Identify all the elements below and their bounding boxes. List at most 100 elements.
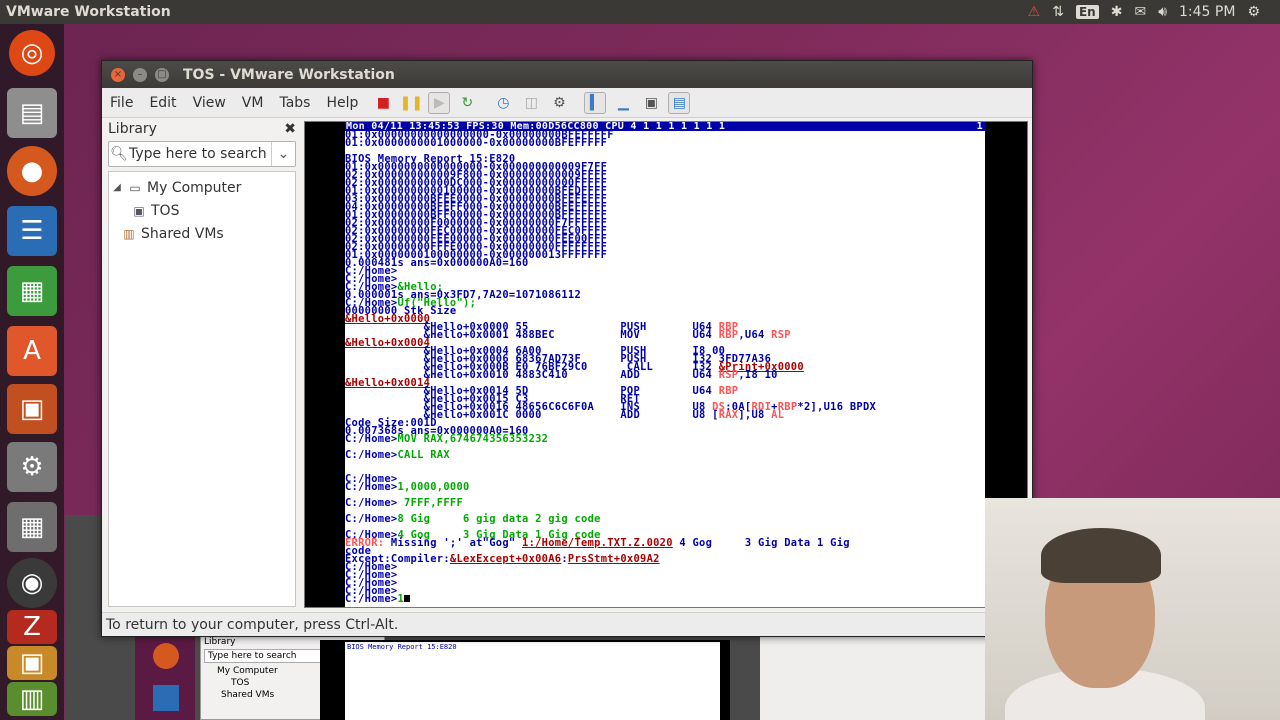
power-on-icon[interactable]: ▶	[428, 91, 451, 114]
unity-icon[interactable]: ▤	[668, 91, 691, 114]
vm-screen[interactable]: Mon 04/11 13:45:53 FPS:30 Mem:00D56CC800…	[345, 122, 985, 607]
menu-help[interactable]: Help	[318, 95, 366, 111]
menubar: File Edit View VM Tabs Help ■ ❚❚ ▶ ↻ ◷ ◫…	[102, 88, 1032, 118]
library-title: Library	[108, 121, 157, 137]
tree-item-tos[interactable]: ▣ TOS	[109, 199, 295, 222]
clock[interactable]: 1:45 PM	[1179, 4, 1235, 20]
terminal-segment: Missing ';' at"Gog"	[384, 537, 523, 549]
terminal-line: ERROR: Missing ';' at"Gog" 1:/Home/Temp.…	[345, 537, 985, 549]
impress-icon[interactable]: ▣	[7, 384, 57, 434]
calc-icon[interactable]: ▦	[7, 266, 57, 316]
power-gear-icon[interactable]: ⚙	[1247, 4, 1260, 20]
terminal-segment: 01:0x0000000001000000-0x00000000BFEFFFFF	[345, 137, 608, 149]
filezilla-icon[interactable]: Z	[7, 610, 57, 644]
terminal-segment: 8 Gig 6 gig data 2 gig code	[397, 513, 601, 525]
terminal-segment[interactable]: &LexExcept+0x00A6	[450, 553, 561, 565]
terminal-line: C:/Home>MOV RAX,674674356353232	[345, 433, 985, 445]
files-icon[interactable]: ▤	[7, 88, 57, 138]
vm-status-bar: Mon 04/11 13:45:53 FPS:30 Mem:00D56CC800…	[345, 122, 985, 132]
terminal-line: C:/Home>CALL RAX	[345, 449, 985, 461]
warning-icon[interactable]: ⚠	[1028, 4, 1041, 20]
expander-icon[interactable]: ◢	[111, 182, 123, 193]
nested-vm-text: BIOS Memory Report 15:E820	[345, 642, 720, 720]
terminal-segment: C:/Home>	[345, 497, 398, 509]
terminal-segment: *2],U16 BPDX	[797, 401, 877, 413]
terminal-segment: MOV RAX,674674356353232	[397, 433, 549, 445]
snapshot-icon[interactable]: ◷	[492, 92, 514, 114]
terminal-segment: 4 Gog 3 Gig Data 1 Gig	[672, 537, 850, 549]
terminal-segment: RBP	[718, 385, 739, 397]
thumbnail-bar-icon[interactable]: ▁	[612, 92, 634, 114]
library-header: Library ✖	[108, 119, 296, 139]
terminal-segment: 1,0000,0000	[397, 481, 470, 493]
tree-item-my-computer[interactable]: ◢ ▭ My Computer	[109, 176, 295, 199]
vm-status-text: Mon 04/11 13:45:53 FPS:30 Mem:00D56CC800…	[346, 122, 726, 132]
library-search[interactable]: 🔍︎ Type here to search ⌄	[108, 141, 296, 167]
terminal-segment: RBP	[718, 329, 739, 341]
full-screen-icon[interactable]: ▣	[640, 92, 662, 114]
revert-snapshot-icon[interactable]: ◫	[520, 92, 542, 114]
tree-item-shared-vms[interactable]: ▥ Shared VMs	[109, 222, 295, 245]
menu-tabs[interactable]: Tabs	[271, 95, 318, 111]
terminal-segment[interactable]: 1:/Home/Temp.TXT.Z.0020	[522, 537, 673, 549]
terminal-line: C:/Home>	[345, 586, 985, 596]
vm-terminal-output: 01:0x00000000000000000-0x00000000BFEFFFF…	[345, 130, 985, 605]
snapshot-manager-icon[interactable]: ⚙	[548, 92, 570, 114]
search-icon: 🔍︎	[110, 146, 128, 162]
terminal-line: Except:Compiler:&LexExcept+0x00A6:PrsStm…	[345, 553, 985, 565]
terminal-line: &Hello+0x0001 488BEC MOV U64 RBP,U64 RSP	[345, 329, 985, 341]
network-icon[interactable]: ⇅	[1052, 4, 1064, 20]
terminal-segment: C:/Home>	[345, 481, 398, 493]
settings-icon[interactable]: ⚙	[7, 442, 57, 492]
menu-edit[interactable]: Edit	[141, 95, 184, 111]
menu-vm[interactable]: VM	[234, 95, 272, 111]
terminal-cursor	[404, 595, 411, 602]
terminal-line: &Hello+0x001C 0000 ADD U8 [RAX],U8 AL	[345, 410, 985, 420]
terminal-line: &Hello+0x0010 4883C410 ADD U64 RSP,I8 10	[345, 369, 985, 381]
vm-display-area[interactable]: Mon 04/11 13:45:53 FPS:30 Mem:00D56CC800…	[304, 121, 1028, 608]
close-button[interactable]: ×	[111, 67, 125, 82]
computer-icon: ▭	[129, 180, 141, 195]
webcam-overlay	[985, 498, 1280, 720]
tree-label-shared-vms: Shared VMs	[141, 225, 224, 242]
system-tray: ⚠ ⇅ En ✱ ✉ 🔊︎ 1:45 PM ⚙	[1028, 0, 1260, 24]
volume-icon[interactable]: 🔊︎	[1158, 4, 1167, 20]
calculator-icon[interactable]: ▦	[7, 502, 57, 552]
menu-view[interactable]: View	[185, 95, 234, 111]
terminal-segment: C:/Home>	[345, 449, 398, 461]
search-input[interactable]: Type here to search	[129, 146, 267, 162]
maximize-button[interactable]: □	[155, 67, 169, 82]
terminal-segment: C:/Home>	[345, 593, 398, 605]
software-center-icon[interactable]: A	[7, 326, 57, 376]
menu-file[interactable]: File	[102, 95, 141, 111]
window-titlebar[interactable]: × – □ TOS - VMware Workstation	[102, 61, 1032, 88]
power-off-icon[interactable]: ■	[372, 92, 394, 114]
terminal-line: C:/Home> 7FFF,FFFF	[345, 497, 985, 509]
terminal-segment[interactable]: PrsStmt+0x09A2	[568, 553, 660, 565]
reset-icon[interactable]: ↻	[456, 92, 478, 114]
suspend-icon[interactable]: ❚❚	[400, 92, 423, 114]
window-title: TOS - VMware Workstation	[183, 66, 395, 83]
ubuntu-dash-icon[interactable]: ◎	[9, 30, 55, 76]
writer-icon[interactable]: ☰	[7, 206, 57, 256]
firefox-icon[interactable]: ●	[7, 146, 57, 196]
chevron-down-icon[interactable]: ⌄	[271, 142, 295, 166]
terminal-line: C:/Home>1,0000,0000	[345, 481, 985, 493]
terminal-segment: RSP	[718, 369, 739, 381]
terminal-segment: CALL RAX	[397, 449, 450, 461]
mail-icon[interactable]: ✉	[1134, 4, 1146, 20]
terminal-line: C:/Home>1	[345, 593, 985, 605]
keyboard-language-indicator[interactable]: En	[1075, 5, 1099, 19]
minimize-button[interactable]: –	[133, 67, 147, 82]
vm-app-icon[interactable]: ▣	[7, 646, 57, 680]
active-app-title: VMware Workstation	[6, 4, 171, 20]
library-panel: Library ✖ 🔍︎ Type here to search ⌄ ◢ ▭ M…	[108, 119, 296, 609]
obs-icon[interactable]: ◉	[7, 558, 57, 608]
show-library-icon[interactable]: ▍	[584, 91, 607, 114]
vmware-window: × – □ TOS - VMware Workstation File Edit…	[101, 60, 1033, 637]
terminal-line: C:/Home>	[345, 570, 985, 580]
bluetooth-icon[interactable]: ✱	[1111, 4, 1123, 20]
library-close-icon[interactable]: ✖	[284, 121, 296, 137]
trash-icon[interactable]: ▥	[7, 682, 57, 716]
vm-status-tail: 1	[976, 122, 983, 132]
